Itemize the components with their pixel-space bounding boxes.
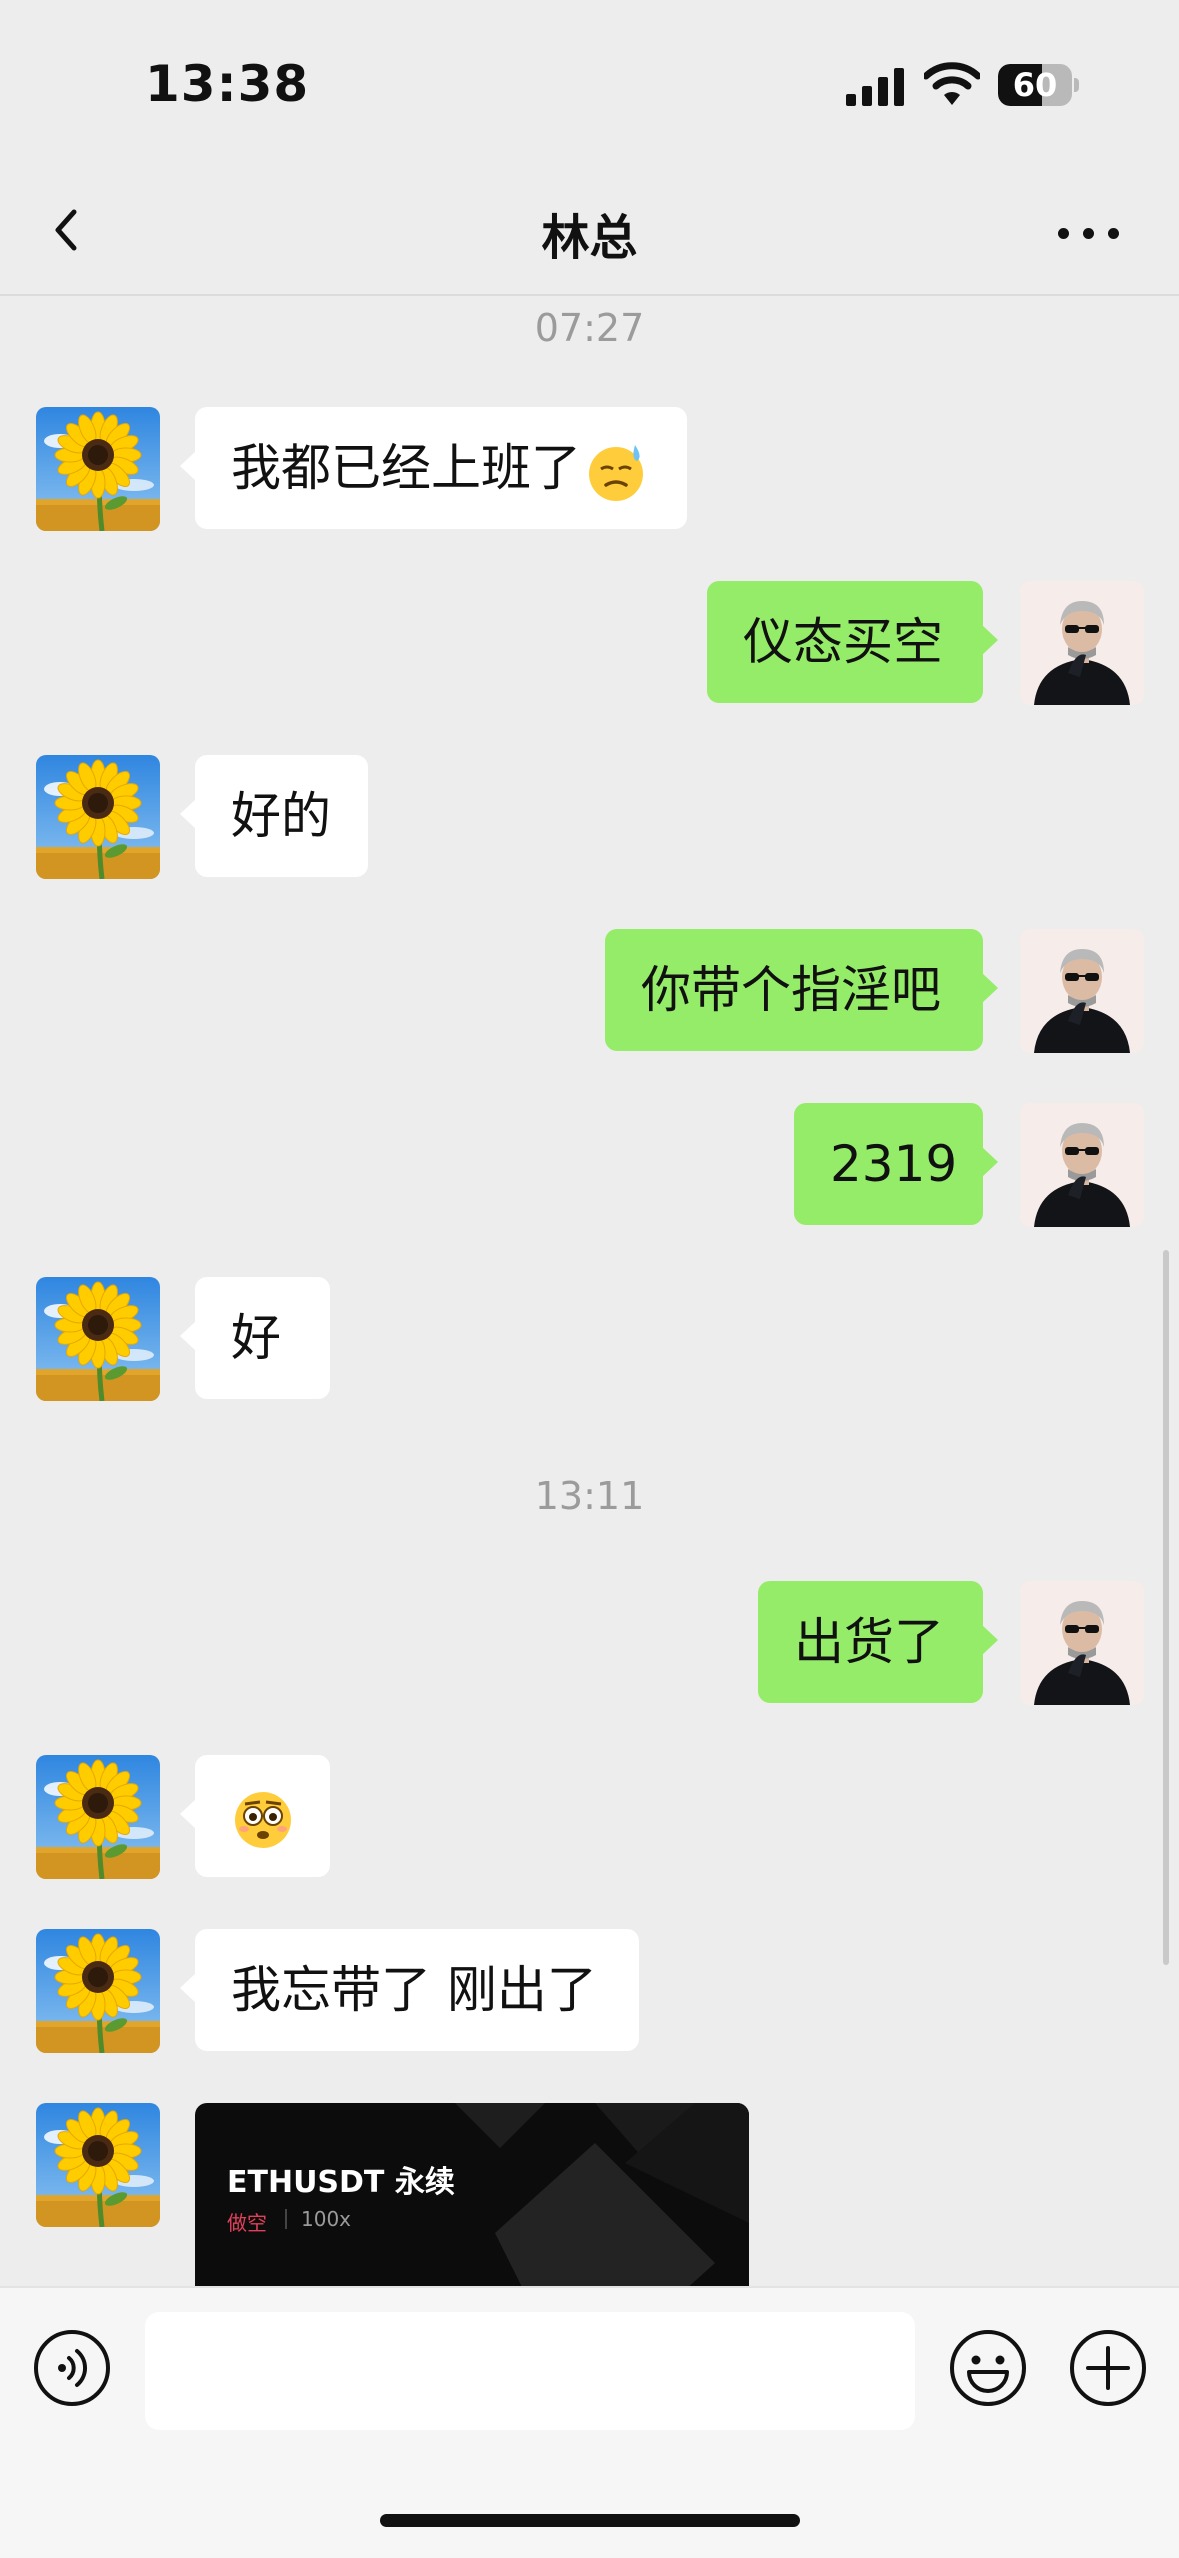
message-bubble[interactable]: 仪态买空 xyxy=(707,581,998,703)
person-avatar-image xyxy=(1020,1581,1144,1705)
divider xyxy=(285,2209,287,2229)
message-text: 我都已经上班了 xyxy=(231,439,581,497)
timestamp: 13:11 xyxy=(534,1474,645,1518)
leverage: 100x xyxy=(301,2207,352,2231)
sunflower-avatar-image xyxy=(36,1929,160,2053)
avatar[interactable] xyxy=(36,1277,160,1401)
message-text: 你带个指淫吧 xyxy=(641,961,941,1019)
card-title: ETHUSDT 永续 xyxy=(227,2165,455,2200)
sweat-smile-emoji xyxy=(589,444,643,501)
flushed-face-emoji xyxy=(234,1791,291,1848)
person-avatar-image xyxy=(1020,929,1144,1053)
more-dots-icon[interactable] xyxy=(1058,222,1128,242)
avatar[interactable] xyxy=(36,2103,160,2227)
timestamp: 07:27 xyxy=(534,306,645,350)
message-list[interactable]: 07:27 我都已经上班了 仪态买空 好的 你带个指淫吧 2319 好 13:1… xyxy=(0,296,1179,2286)
message-bubble[interactable] xyxy=(180,1755,330,1877)
message-text: 我忘带了 刚出了 xyxy=(231,1961,597,2019)
home-indicator xyxy=(380,2514,800,2527)
avatar[interactable] xyxy=(1020,1103,1144,1227)
battery-level-text: 60 xyxy=(1012,66,1058,104)
message-text: 2319 xyxy=(830,1135,958,1193)
avatar[interactable] xyxy=(1020,929,1144,1053)
smiley-icon[interactable] xyxy=(948,2328,1028,2408)
message-text: 好的 xyxy=(231,787,331,845)
sunflower-avatar-image xyxy=(36,755,160,879)
avatar[interactable] xyxy=(1020,1581,1144,1705)
plus-icon[interactable] xyxy=(1068,2328,1148,2408)
input-bar xyxy=(0,2286,1179,2558)
avatar[interactable] xyxy=(36,407,160,531)
avatar[interactable] xyxy=(36,1929,160,2053)
message-text: 出货了 xyxy=(794,1613,944,1671)
sunflower-avatar-image xyxy=(36,407,160,531)
message-bubble[interactable]: 好的 xyxy=(180,755,368,877)
avatar[interactable] xyxy=(1020,581,1144,705)
sunflower-avatar-image xyxy=(36,2103,160,2227)
message-text: 好 xyxy=(231,1309,281,1367)
message-bubble[interactable]: 好 xyxy=(180,1277,330,1399)
message-bubble[interactable]: 我都已经上班了 xyxy=(180,407,687,529)
message-bubble[interactable]: 你带个指淫吧 xyxy=(605,929,998,1051)
chat-header: 林总 xyxy=(0,170,1179,296)
sunflower-avatar-image xyxy=(36,1755,160,1879)
message-bubble[interactable]: 出货了 xyxy=(758,1581,998,1703)
person-avatar-image xyxy=(1020,1103,1144,1227)
sunflower-avatar-image xyxy=(36,1277,160,1401)
voice-icon[interactable] xyxy=(32,2328,112,2408)
scrollbar[interactable] xyxy=(1163,1250,1169,1965)
cellular-signal-icon xyxy=(846,68,904,106)
message-bubble[interactable]: 我忘带了 刚出了 xyxy=(180,1929,639,2051)
trade-share-card[interactable]: ETHUSDT 永续 做空 100x xyxy=(195,2103,749,2286)
message-bubble[interactable]: 2319 xyxy=(794,1103,998,1225)
chat-title: 林总 xyxy=(541,210,638,266)
trade-direction: 做空 xyxy=(227,2211,267,2235)
avatar[interactable] xyxy=(36,755,160,879)
wifi-icon xyxy=(924,62,980,105)
status-bar: 13:38 60 xyxy=(0,0,1179,170)
message-input[interactable] xyxy=(145,2312,915,2430)
person-avatar-image xyxy=(1020,581,1144,705)
message-text: 仪态买空 xyxy=(743,613,943,671)
status-time: 13:38 xyxy=(145,55,310,113)
battery-indicator: 60 xyxy=(998,64,1079,106)
avatar[interactable] xyxy=(36,1755,160,1879)
